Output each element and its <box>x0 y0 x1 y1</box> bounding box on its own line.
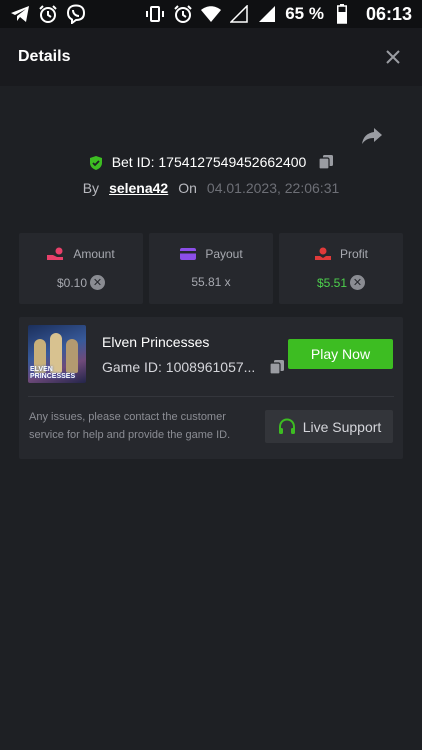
on-label: On <box>178 180 197 196</box>
status-bar: 65 % 06:13 <box>0 0 422 28</box>
stat-profit-head: Profit <box>314 247 368 261</box>
bet-date: 04.01.2023, 22:06:31 <box>206 180 340 196</box>
divider <box>28 396 394 397</box>
alarm-icon <box>173 4 193 24</box>
stat-amount-value: $0.10 <box>56 275 88 290</box>
shield-check-icon <box>88 155 106 170</box>
headset-icon <box>277 417 297 437</box>
stat-profit-value-row: $5.51 ✕ <box>316 275 366 290</box>
copy-icon[interactable] <box>318 154 334 170</box>
bet-meta-row: By selena42 On 04.01.2023, 22:06:31 <box>0 180 422 196</box>
stat-payout-value-row: 55.81 x <box>191 275 230 289</box>
amount-icon <box>47 247 65 261</box>
stat-profit-label: Profit <box>339 247 368 261</box>
close-icon[interactable] <box>382 46 404 68</box>
support-text: Any issues, please contact the customer … <box>29 411 231 441</box>
clock: 06:13 <box>365 3 412 24</box>
telegram-icon <box>10 4 30 24</box>
close-circle-icon[interactable]: ✕ <box>350 275 366 290</box>
stat-payout-label: Payout <box>205 247 243 261</box>
viber-icon <box>66 4 86 24</box>
copy-icon[interactable] <box>269 359 285 375</box>
game-name: Elven Princesses <box>102 334 210 350</box>
game-id-row: Game ID: 1008961057... <box>102 359 285 375</box>
card-icon <box>179 247 197 261</box>
stat-payout-head: Payout <box>179 247 243 261</box>
stat-payout: Payout 55.81 x <box>149 233 273 304</box>
wifi-icon <box>201 4 222 24</box>
bet-id: Bet ID: 1754127549452662400 <box>111 154 307 170</box>
details-header: Details <box>0 28 422 86</box>
close-circle-icon[interactable]: ✕ <box>90 275 106 290</box>
status-bar-left <box>10 4 86 24</box>
signal-icon <box>257 4 277 24</box>
stat-profit-value: $5.51 <box>316 275 348 290</box>
alarm-icon <box>38 4 58 24</box>
game-id: Game ID: 1008961057... <box>102 359 256 375</box>
bet-id-row: Bet ID: 1754127549452662400 <box>0 154 422 170</box>
bet-stats: Amount $0.10 ✕ Payout 55.81 x Profit $5.… <box>19 233 403 304</box>
play-now-button[interactable]: Play Now <box>288 339 393 369</box>
profit-icon <box>314 247 332 261</box>
thumb-title: ELVEN PRINCESSES <box>30 366 76 380</box>
signal-empty-icon <box>229 4 249 24</box>
page-title: Details <box>18 48 71 65</box>
live-support-label: Live Support <box>302 418 382 435</box>
stat-amount-head: Amount <box>47 247 115 261</box>
stat-amount: Amount $0.10 ✕ <box>19 233 143 304</box>
vibrate-icon <box>145 4 165 24</box>
stat-amount-value-row: $0.10 ✕ <box>56 275 106 290</box>
share-icon[interactable] <box>360 124 384 148</box>
stat-profit: Profit $5.51 ✕ <box>279 233 403 304</box>
battery-percent: 65 % <box>285 4 324 23</box>
stat-amount-label: Amount <box>73 247 115 261</box>
live-support-button[interactable]: Live Support <box>265 410 393 443</box>
game-panel: ELVEN PRINCESSES Elven Princesses Game I… <box>19 317 403 459</box>
by-label: By <box>82 180 100 196</box>
battery-icon <box>332 4 352 24</box>
username-link[interactable]: selena42 <box>109 180 168 196</box>
status-bar-right: 65 % 06:13 <box>145 4 412 25</box>
game-thumbnail[interactable]: ELVEN PRINCESSES <box>28 325 86 383</box>
stat-payout-value: 55.81 x <box>191 275 231 289</box>
